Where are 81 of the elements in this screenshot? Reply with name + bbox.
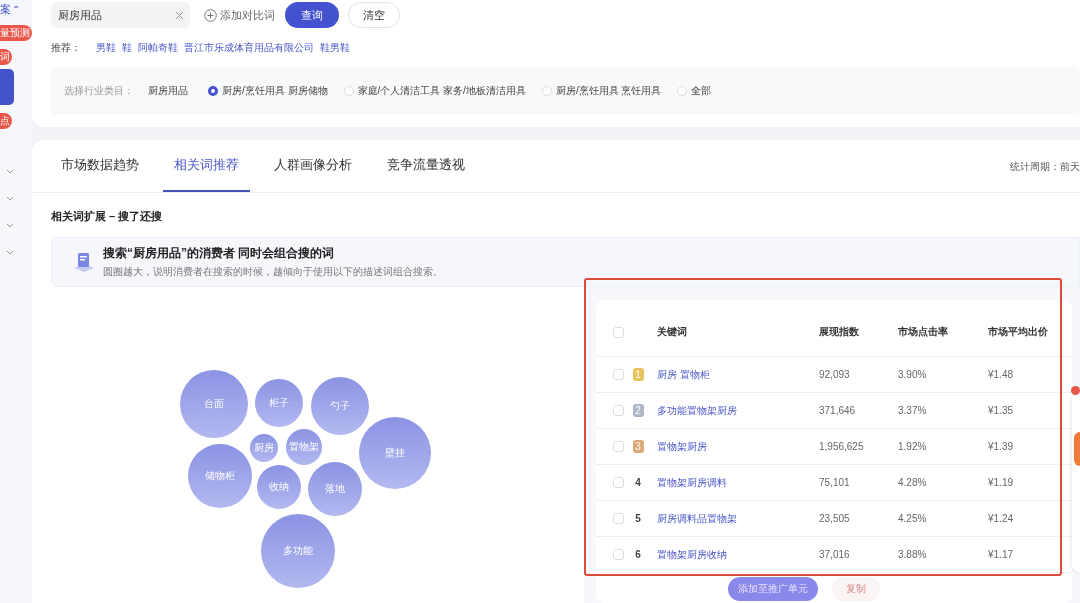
table-cell-text: 4.25% — [898, 513, 928, 524]
recommend-link[interactable]: 晋江市乐成体育用品有限公司 — [184, 41, 314, 55]
table-cell-text: 75,101 — [819, 477, 851, 488]
table-cell-text: 3.88% — [898, 549, 928, 560]
category-radio[interactable]: 厨房/烹饪用具 厨房储物 — [208, 84, 328, 98]
category-radio[interactable]: 全部 — [677, 84, 712, 98]
table-cell-text: 3.90% — [898, 369, 928, 380]
sidebar-active-item[interactable] — [0, 69, 14, 105]
chevron-down-icon[interactable] — [6, 169, 14, 174]
info-headline: 搜索“厨房用品”的消费者 同时会组合搜的词 — [103, 245, 336, 262]
floating-widget[interactable] — [1072, 392, 1080, 572]
category-radio[interactable]: 厨房/烹饪用具 烹饪用具 — [541, 84, 662, 98]
table-cell-text: 1,956,625 — [819, 441, 865, 452]
column-header: 展现指数 — [819, 325, 860, 339]
info-note: 圆圈越大，说明消费者在搜索的时候，越倾向于使用以下的描述词组合搜索。 — [103, 265, 443, 279]
table-cell-text: ¥1.39 — [988, 441, 1015, 452]
chevron-down-icon[interactable] — [6, 223, 14, 228]
plus-circle-icon — [204, 8, 217, 22]
column-header: 关键词 — [657, 325, 688, 339]
caret-icon: ⌃ — [12, 4, 21, 15]
table-cell-text: 4.28% — [898, 477, 928, 488]
period-label: 统计周期：前天 — [1010, 160, 1080, 174]
rank-number: 4 — [635, 477, 641, 488]
table-cell-text: 23,505 — [819, 513, 851, 524]
row-checkbox[interactable] — [613, 549, 624, 560]
chevron-down-icon[interactable] — [6, 250, 14, 255]
keyword-link[interactable]: 置物架厨房收纳 — [657, 547, 819, 562]
sidebar-badge[interactable]: 量预测 — [0, 25, 32, 41]
table-cell-text: ¥1.35 — [988, 405, 1015, 416]
table-cell-text: 371,646 — [819, 405, 857, 416]
clear-button[interactable]: 清空 — [348, 2, 400, 28]
search-field[interactable]: 厨房用品 — [51, 2, 190, 28]
recommend-link[interactable]: 阿帕奇鞋 — [138, 41, 178, 55]
category-label: 选择行业类目： — [64, 84, 134, 98]
table-cell-text: 1.92% — [898, 441, 928, 452]
row-checkbox[interactable] — [613, 477, 624, 488]
clear-icon[interactable] — [175, 11, 184, 20]
query-button[interactable]: 查询 — [285, 2, 339, 28]
category-root: 厨房用品 — [148, 84, 188, 98]
category-radio[interactable]: 家庭/个人清洁工具 家务/地板清洁用具 — [343, 84, 526, 98]
table-cell-text: ¥1.17 — [988, 549, 1015, 560]
recommend-link[interactable]: 鞋 — [122, 41, 132, 55]
sidebar-link[interactable]: 案 — [0, 2, 11, 17]
medal-icon: 1 — [632, 368, 644, 381]
table-cell-text: 37,016 — [819, 549, 851, 560]
keyword-link[interactable]: 置物架厨房调料 — [657, 475, 819, 490]
rank-number: 6 — [635, 549, 641, 560]
table-cell-text: 92,093 — [819, 369, 851, 380]
chevron-down-icon[interactable] — [6, 196, 14, 201]
add-compare-button[interactable]: 添加对比词 — [204, 7, 275, 23]
keyword-link[interactable]: 置物架厨房 — [657, 439, 819, 454]
table-cell-text: ¥1.48 — [988, 369, 1015, 380]
recommend-link[interactable]: 男鞋 — [96, 41, 116, 55]
keyword-link[interactable]: 多功能置物架厨房 — [657, 403, 819, 418]
row-checkbox[interactable] — [613, 369, 624, 380]
recommend-link[interactable]: 鞋男鞋 — [320, 41, 350, 55]
row-checkbox[interactable] — [613, 513, 624, 524]
tab[interactable]: 市场数据趋势 — [61, 140, 150, 192]
recommend-label: 推荐： — [51, 41, 81, 55]
medal-icon: 3 — [632, 440, 644, 453]
column-header: 市场平均出价 — [988, 325, 1049, 339]
table-cell-text: ¥1.24 — [988, 513, 1015, 524]
table-cell-text: 3.37% — [898, 405, 928, 416]
select-all-checkbox[interactable] — [613, 326, 624, 338]
rank-number: 5 — [635, 513, 641, 524]
tab[interactable]: 相关词推荐 — [163, 140, 250, 192]
keyword-link[interactable]: 厨房 置物柜 — [657, 367, 819, 382]
tab[interactable]: 人群画像分析 — [263, 140, 363, 192]
tab[interactable]: 竞争流量透视 — [376, 140, 476, 192]
table-cell-text: ¥1.19 — [988, 477, 1015, 488]
section-title: 相关词扩展 – 搜了还搜 — [51, 209, 164, 224]
row-checkbox[interactable] — [613, 441, 624, 452]
notification-dot — [1071, 386, 1080, 395]
document-icon — [72, 250, 96, 274]
column-header: 市场点击率 — [898, 325, 949, 339]
sidebar-badge[interactable]: 词 — [0, 49, 12, 65]
keyword-link[interactable]: 厨房调料品置物架 — [657, 511, 819, 526]
sidebar-badge[interactable]: 点 — [0, 113, 12, 129]
medal-icon: 2 — [632, 404, 644, 417]
row-checkbox[interactable] — [613, 405, 624, 416]
assistant-icon — [1074, 432, 1080, 466]
